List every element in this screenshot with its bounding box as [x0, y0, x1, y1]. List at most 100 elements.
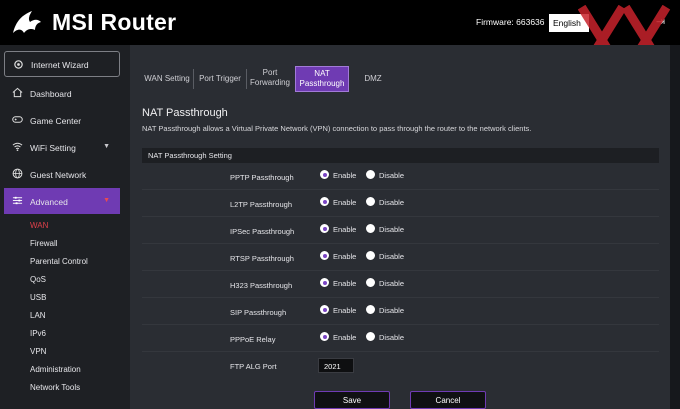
section-header: NAT Passthrough Setting [142, 148, 659, 163]
tab-label: DMZ [364, 74, 382, 83]
setting-row-pppoe-relay: PPPoE Relay Enable Disable [142, 326, 659, 352]
sidebar-item-guest-network[interactable]: Guest Network [4, 161, 120, 187]
page-description: NAT Passthrough allows a Virtual Private… [142, 124, 532, 133]
radio-selected-icon [320, 197, 329, 206]
sub-item-vpn[interactable]: VPN [30, 347, 46, 356]
tab-wan-setting[interactable]: WAN Setting [142, 66, 192, 92]
sidebar: Internet Wizard Dashboard Game Center Wi… [0, 45, 130, 409]
radio-label: Disable [379, 279, 405, 288]
radio-label: Enable [333, 252, 357, 261]
sub-item-qos[interactable]: QoS [30, 275, 46, 284]
radio-selected-icon [320, 251, 329, 260]
setting-row-sip: SIP Passthrough Enable Disable [142, 299, 659, 325]
setting-label: PPPoE Relay [230, 335, 276, 344]
setting-row-ipsec: IPSec Passthrough Enable Disable [142, 218, 659, 244]
sub-item-network-tools[interactable]: Network Tools [30, 383, 80, 392]
tab-port-trigger[interactable]: Port Trigger [196, 66, 244, 92]
radio-label: Disable [379, 198, 405, 207]
setting-row-pptp: PPTP Passthrough Enable Disable [142, 164, 659, 190]
sidebar-item-label: Game Center [30, 116, 82, 126]
globe-icon [12, 168, 23, 179]
sub-item-lan[interactable]: LAN [30, 311, 46, 320]
sub-item-usb[interactable]: USB [30, 293, 46, 302]
sidebar-item-dashboard[interactable]: Dashboard [4, 80, 120, 106]
setting-label: SIP Passthrough [230, 308, 287, 317]
tab-label: WAN Setting [144, 74, 190, 83]
internet-wizard-button[interactable]: Internet Wizard [4, 51, 120, 77]
save-button[interactable]: Save [314, 391, 390, 409]
page-title: NAT Passthrough [142, 107, 228, 119]
radio-label: Enable [333, 225, 357, 234]
ftp-alg-port-input[interactable]: 2021 [318, 358, 354, 373]
radio-unselected-icon [366, 332, 375, 341]
tab-label-line1: Port [262, 68, 278, 77]
radio-unselected-icon [366, 170, 375, 179]
sub-item-firewall[interactable]: Firewall [30, 239, 58, 248]
top-header: MSI Router Firmware: 663636 English ⇥ [0, 0, 680, 75]
sidebar-item-label: Dashboard [30, 89, 72, 99]
radio-selected-icon [320, 170, 329, 179]
radio-label: Disable [379, 333, 405, 342]
radio-selected-icon [320, 332, 329, 341]
radio-unselected-icon [366, 278, 375, 287]
tab-label-line2: Passthrough [299, 79, 345, 88]
radio-unselected-icon [366, 197, 375, 206]
brand-title: MSI Router [52, 9, 177, 35]
radio-selected-icon [320, 278, 329, 287]
section-title: NAT Passthrough Setting [148, 151, 232, 160]
tab-label-line1: NAT [314, 69, 330, 78]
gear-icon [14, 60, 23, 69]
radio-label: Enable [333, 333, 357, 342]
tab-separator [246, 69, 247, 89]
setting-label: PPTP Passthrough [230, 173, 294, 182]
setting-row-l2tp: L2TP Passthrough Enable Disable [142, 191, 659, 217]
tab-separator [193, 69, 194, 89]
setting-label: H323 Passthrough [230, 281, 293, 290]
setting-row-ftp-alg: FTP ALG Port 2021 [142, 353, 659, 379]
home-icon [12, 87, 23, 98]
msi-dragon-logo-icon [13, 11, 41, 33]
radio-selected-icon [320, 224, 329, 233]
tab-nat-passthrough[interactable]: NAT Passthrough [295, 66, 349, 92]
radio-label: Disable [379, 252, 405, 261]
radio-label: Enable [333, 279, 357, 288]
cancel-button[interactable]: Cancel [410, 391, 486, 409]
sub-item-ipv6[interactable]: IPv6 [30, 329, 46, 338]
sidebar-item-advanced[interactable]: Advanced ▼ [4, 188, 120, 214]
radio-label: Disable [379, 225, 405, 234]
wifi-icon [12, 142, 23, 151]
radio-label: Disable [379, 306, 405, 315]
radio-unselected-icon [366, 224, 375, 233]
sidebar-item-label: WiFi Setting [30, 143, 76, 153]
tab-label-line2: Forwarding [249, 78, 290, 87]
sidebar-item-label: Advanced [30, 197, 68, 207]
setting-row-rtsp: RTSP Passthrough Enable Disable [142, 245, 659, 271]
chevron-down-icon: ▼ [103, 197, 110, 204]
chevron-down-icon: ▼ [103, 143, 110, 150]
sidebar-item-game-center[interactable]: Game Center [4, 107, 120, 133]
sub-item-wan[interactable]: WAN [30, 221, 48, 230]
firmware-version: Firmware: 663636 [476, 17, 545, 27]
radio-label: Enable [333, 198, 357, 207]
radio-label: Enable [333, 306, 357, 315]
gamepad-icon [12, 116, 23, 123]
tab-port-forwarding[interactable]: Port Forwarding [248, 66, 292, 92]
tab-label: Port Trigger [199, 74, 241, 83]
radio-unselected-icon [366, 305, 375, 314]
setting-row-h323: H323 Passthrough Enable Disable [142, 272, 659, 298]
radio-selected-icon [320, 305, 329, 314]
sliders-icon [12, 196, 23, 205]
content-panel: WAN Setting Port Trigger Port Forwarding… [130, 45, 670, 409]
tab-dmz[interactable]: DMZ [358, 66, 388, 92]
setting-label: IPSec Passthrough [230, 227, 295, 236]
internet-wizard-label: Internet Wizard [31, 60, 89, 70]
sub-item-administration[interactable]: Administration [30, 365, 81, 374]
setting-label: L2TP Passthrough [230, 200, 292, 209]
radio-label: Enable [333, 171, 357, 180]
sidebar-item-label: Guest Network [30, 170, 87, 180]
radio-label: Disable [379, 171, 405, 180]
radio-unselected-icon [366, 251, 375, 260]
sidebar-item-wifi-setting[interactable]: WiFi Setting ▼ [4, 134, 120, 160]
sub-item-parental-control[interactable]: Parental Control [30, 257, 88, 266]
setting-label: RTSP Passthrough [230, 254, 294, 263]
